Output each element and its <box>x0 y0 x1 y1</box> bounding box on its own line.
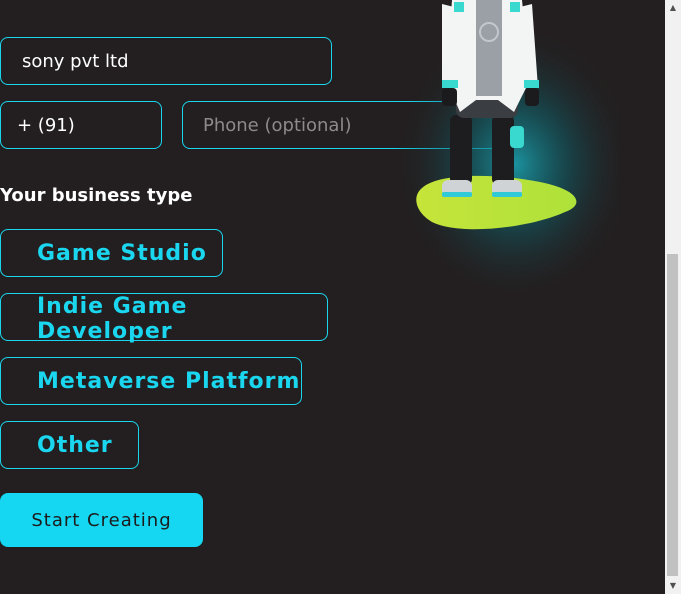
business-type-metaverse-platform-button[interactable]: Metaverse Platform <box>0 357 302 405</box>
business-type-other-button[interactable]: Other <box>0 421 139 469</box>
start-creating-button[interactable]: Start Creating <box>0 493 203 547</box>
business-type-label: Your business type <box>0 185 193 206</box>
company-name-input[interactable] <box>0 37 332 85</box>
business-type-game-studio-button[interactable]: Game Studio <box>0 229 223 277</box>
scroll-down-arrow-icon[interactable]: ▼ <box>665 578 681 594</box>
scroll-up-arrow-icon[interactable]: ▲ <box>665 0 681 16</box>
scroll-thumb[interactable] <box>667 254 678 576</box>
country-code-input[interactable] <box>0 101 162 149</box>
avatar-illustration <box>395 0 620 290</box>
business-type-indie-developer-button[interactable]: Indie Game Developer <box>0 293 328 344</box>
page-scrollbar[interactable]: ▲ ▼ <box>665 0 681 594</box>
signup-page: Your business type Game Studio Indie Gam… <box>0 0 665 594</box>
